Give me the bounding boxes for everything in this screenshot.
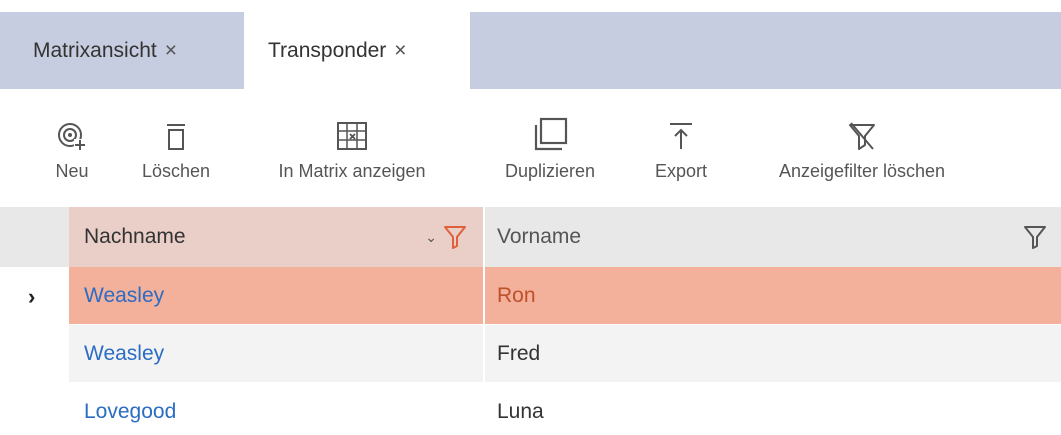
column-header-label: Vorname [497, 225, 582, 248]
cell-nachname[interactable]: Weasley [69, 325, 483, 382]
tab-transponder[interactable]: Transponder × [244, 12, 470, 89]
export-icon [670, 123, 692, 149]
clear-filter-label: Anzeigefilter löschen [778, 161, 946, 181]
clear-filter-icon [849, 122, 875, 150]
duplicate-label: Duplizieren [504, 161, 596, 181]
column-header-label: Nachname [84, 225, 186, 248]
duplicate-icon [534, 117, 568, 151]
cell-nachname[interactable]: Lovegood [69, 383, 483, 435]
new-label: Neu [55, 161, 89, 181]
row-header[interactable] [0, 383, 69, 435]
tab-label: Matrixansicht [33, 38, 157, 62]
duplicate-button[interactable]: Duplizieren [487, 113, 613, 189]
cell-vorname[interactable]: Ron [485, 267, 1061, 324]
export-button[interactable]: Export [646, 113, 716, 189]
column-header-vorname[interactable]: Vorname [485, 207, 1061, 267]
new-button[interactable]: Neu [50, 113, 94, 189]
sort-descending-icon[interactable]: ⌄ [425, 229, 437, 246]
row-header-corner [0, 207, 69, 267]
header-row: Nachname ⌄ Vorname [0, 207, 1061, 267]
trash-icon [167, 124, 185, 150]
current-row-indicator-icon: › [28, 284, 36, 309]
matrix-icon [337, 122, 367, 150]
delete-button[interactable]: Löschen [128, 113, 224, 189]
delete-label: Löschen [141, 161, 211, 181]
filter-active-icon[interactable] [443, 224, 467, 250]
cell-vorname[interactable]: Luna [485, 383, 1061, 435]
add-transponder-icon [58, 123, 86, 151]
export-label: Export [654, 161, 708, 181]
filter-icon[interactable] [1023, 224, 1047, 250]
clear-filter-button[interactable]: Anzeigefilter löschen [751, 113, 973, 189]
tab-matrixansicht[interactable]: Matrixansicht × [0, 12, 244, 89]
table-row[interactable]: › Weasley Ron [0, 267, 1061, 325]
show-in-matrix-label: In Matrix anzeigen [278, 161, 426, 181]
close-icon[interactable]: × [394, 39, 406, 63]
close-icon[interactable]: × [165, 39, 177, 63]
show-in-matrix-button[interactable]: In Matrix anzeigen [253, 113, 451, 189]
cell-nachname[interactable]: Weasley [69, 267, 483, 324]
column-header-nachname[interactable]: Nachname ⌄ [69, 207, 483, 267]
toolbar: Neu Löschen In Matrix anzeigen Duplizier… [0, 89, 1061, 199]
row-header[interactable]: › [0, 267, 69, 324]
table-row[interactable]: Lovegood Luna [0, 383, 1061, 435]
cell-vorname[interactable]: Fred [485, 325, 1061, 382]
tab-label: Transponder [268, 38, 387, 62]
table-row[interactable]: Weasley Fred [0, 325, 1061, 383]
tab-bar: Matrixansicht × Transponder × [0, 12, 1061, 89]
row-header[interactable] [0, 325, 69, 382]
